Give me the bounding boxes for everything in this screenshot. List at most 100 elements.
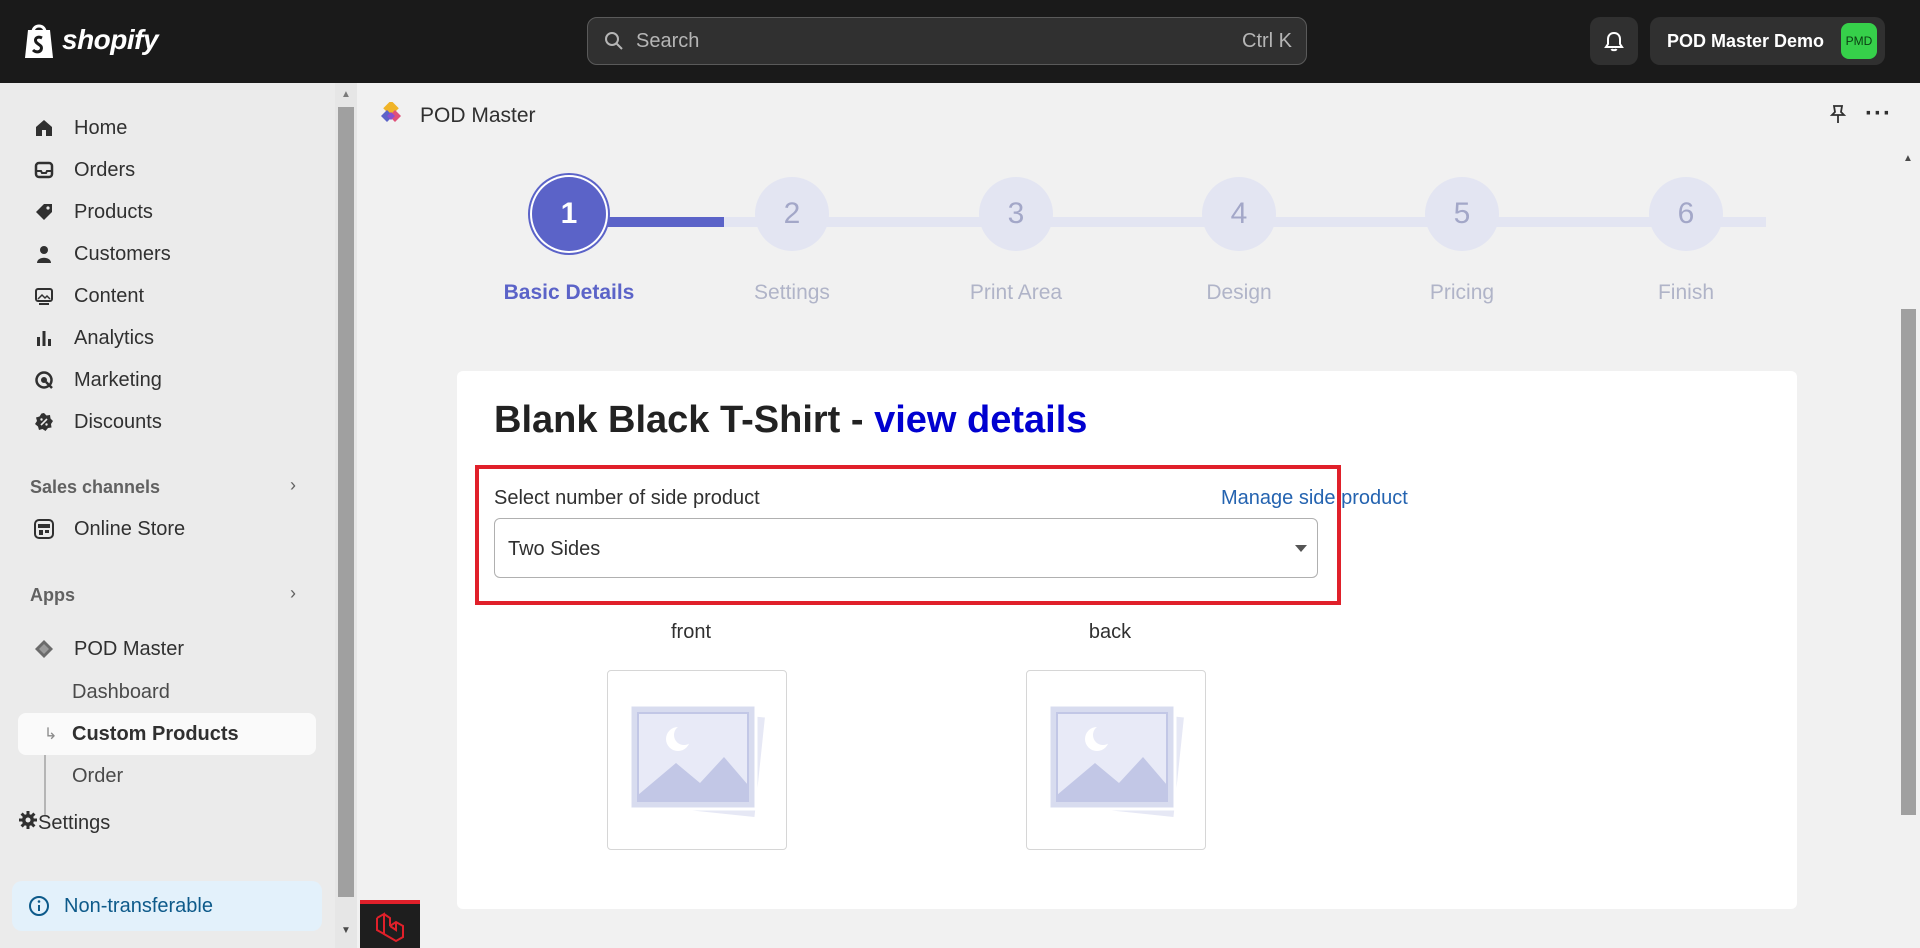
- side-count-value: Two Sides: [508, 538, 601, 560]
- side-count-select[interactable]: Two Sides: [494, 518, 1318, 578]
- sidebar-item-home[interactable]: Home: [18, 108, 316, 148]
- product-card: Blank Black T-Shirt - view details Selec…: [457, 371, 1797, 909]
- stepper-progress: [600, 217, 724, 227]
- top-bar: shopify Search Ctrl K POD Master Demo PM…: [0, 0, 1920, 83]
- info-icon: [29, 896, 49, 916]
- main-scrollbar[interactable]: ▲: [1897, 149, 1920, 948]
- apps-heading[interactable]: Apps: [30, 585, 75, 606]
- image-placeholder-icon: [1047, 703, 1184, 817]
- step-4-circle[interactable]: 4: [1202, 177, 1276, 251]
- sidebar-item-orders[interactable]: Orders: [18, 150, 316, 190]
- app-header: POD Master ···: [357, 83, 1920, 149]
- scrollbar-thumb[interactable]: [1901, 309, 1916, 815]
- store-menu-button[interactable]: POD Master Demo PMD: [1650, 17, 1885, 65]
- pod-master-logo: [381, 102, 401, 122]
- side-front-label: front: [670, 621, 712, 643]
- product-title: Blank Black T-Shirt - view details: [494, 399, 1087, 442]
- sidebar-item-customers[interactable]: Customers: [18, 234, 316, 274]
- sidebar-item-online-store[interactable]: Online Store: [18, 509, 316, 549]
- caret-down-icon: [1295, 545, 1307, 552]
- bar-chart-icon: [32, 326, 56, 350]
- step-4-label[interactable]: Design: [1139, 281, 1339, 305]
- step-3-circle[interactable]: 3: [979, 177, 1053, 251]
- store-avatar: PMD: [1841, 23, 1877, 59]
- scroll-up-arrow-icon[interactable]: ▲: [1903, 153, 1913, 164]
- sidebar-item-content[interactable]: Content: [18, 276, 316, 316]
- search-shortcut: Ctrl K: [1242, 30, 1292, 52]
- person-icon: [32, 242, 56, 266]
- step-2-label[interactable]: Settings: [692, 281, 892, 305]
- side-front-image[interactable]: [607, 670, 787, 850]
- store-name: POD Master Demo: [1667, 31, 1825, 51]
- notifications-button[interactable]: [1590, 17, 1638, 65]
- sidebar-item-label: Products: [74, 200, 153, 223]
- brand-name: shopify: [62, 24, 159, 55]
- sidebar-subitem-order[interactable]: Order: [72, 765, 123, 788]
- side-back-image[interactable]: [1026, 670, 1206, 850]
- sidebar-item-label: POD Master: [74, 637, 185, 660]
- pod-master-app-icon: [32, 637, 56, 661]
- step-1-label[interactable]: Basic Details: [469, 281, 669, 305]
- scroll-up-arrow-icon[interactable]: ▲: [341, 89, 351, 100]
- shopify-logo[interactable]: shopify: [22, 20, 159, 60]
- inbox-icon: [32, 158, 56, 182]
- side-back-label: back: [1088, 621, 1132, 643]
- sidebar-item-label: Orders: [74, 158, 136, 181]
- non-transferable-notice[interactable]: Non-transferable: [12, 881, 322, 931]
- chevron-right-icon[interactable]: ›: [290, 583, 296, 604]
- step-5-label[interactable]: Pricing: [1362, 281, 1562, 305]
- tag-icon: [32, 200, 56, 224]
- sales-channels-heading[interactable]: Sales channels: [30, 477, 160, 498]
- sidebar: Home Orders Products Customers Content A…: [0, 83, 335, 948]
- step-2-circle[interactable]: 2: [755, 177, 829, 251]
- image-icon: [32, 284, 56, 308]
- sidebar-item-analytics[interactable]: Analytics: [18, 318, 316, 358]
- step-3-label[interactable]: Print Area: [916, 281, 1116, 305]
- sidebar-item-label: Content: [74, 284, 145, 307]
- sidebar-item-label: Marketing: [74, 368, 162, 391]
- product-title-text: Blank Black T-Shirt -: [494, 399, 875, 441]
- tree-arrow-icon: ↳: [44, 726, 58, 743]
- bell-icon: [1604, 31, 1624, 52]
- sidebar-subitem-dashboard[interactable]: Dashboard: [72, 681, 170, 704]
- sidebar-item-products[interactable]: Products: [18, 192, 316, 232]
- sidebar-item-discounts[interactable]: Discounts: [18, 402, 316, 442]
- target-icon: [32, 368, 56, 392]
- search-icon: [605, 32, 623, 50]
- sidebar-item-marketing[interactable]: Marketing: [18, 360, 316, 400]
- gear-icon: [18, 810, 38, 836]
- scrollbar-thumb[interactable]: [338, 107, 354, 897]
- laravel-debug-button[interactable]: [360, 900, 420, 948]
- home-icon: [32, 116, 56, 140]
- step-6-circle[interactable]: 6: [1649, 177, 1723, 251]
- search-placeholder: Search: [636, 30, 700, 52]
- step-1-circle[interactable]: 1: [532, 177, 606, 251]
- search-bar[interactable]: Search Ctrl K: [587, 17, 1307, 65]
- scroll-down-arrow-icon[interactable]: ▼: [341, 925, 351, 936]
- step-5-circle[interactable]: 5: [1425, 177, 1499, 251]
- main-content: 1 2 3 4 5 6 Basic Details Settings Print…: [357, 149, 1897, 948]
- chevron-right-icon[interactable]: ›: [290, 475, 296, 496]
- discount-icon: [32, 410, 56, 434]
- sidebar-item-label: Home: [74, 116, 128, 139]
- step-6-label[interactable]: Finish: [1586, 281, 1786, 305]
- laravel-icon: [376, 912, 404, 943]
- side-count-label: Select number of side product: [494, 487, 760, 509]
- store-icon: [32, 517, 56, 541]
- sidebar-item-label: Customers: [74, 242, 171, 265]
- sidebar-scrollbar[interactable]: ▲ ▼: [335, 83, 357, 948]
- more-actions-icon[interactable]: ···: [1865, 100, 1892, 128]
- sidebar-item-label: Online Store: [74, 517, 186, 540]
- sidebar-item-label: Discounts: [74, 410, 162, 433]
- sidebar-subitem-custom-products[interactable]: Custom Products: [18, 713, 316, 755]
- pin-icon[interactable]: [1827, 103, 1849, 125]
- app-title: POD Master: [420, 104, 536, 127]
- notice-label: Non-transferable: [64, 894, 213, 917]
- shopify-bag-icon: [25, 24, 53, 58]
- image-placeholder-icon: [628, 703, 765, 817]
- sidebar-item-settings[interactable]: Settings: [18, 803, 316, 843]
- sidebar-item-pod-master[interactable]: POD Master: [18, 629, 316, 669]
- view-details-link[interactable]: view details: [874, 399, 1087, 441]
- sidebar-item-label: Settings: [38, 811, 111, 834]
- manage-side-product-link[interactable]: Manage side product: [1221, 487, 1408, 510]
